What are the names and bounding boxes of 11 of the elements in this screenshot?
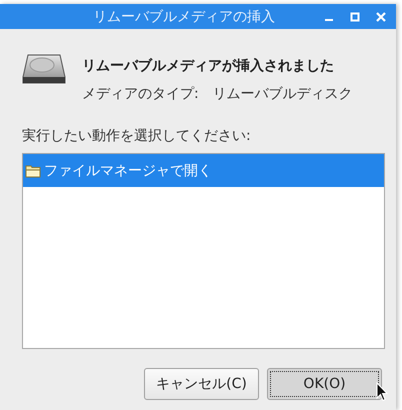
heading: リムーバブルメディアが挿入されました [82,57,335,75]
window-title: リムーバブルメディアの挿入 [92,8,276,26]
prompt-label: 実行したい動作を選択してください: [22,127,252,145]
folder-icon [25,164,41,178]
mouse-cursor-icon [376,382,388,402]
ok-button[interactable]: OK(O) [267,368,382,400]
cancel-button[interactable]: キャンセル(C) [144,368,259,400]
media-type-value: リムーバブルディスク [212,85,353,103]
action-label: ファイルマネージャで開く [44,162,212,180]
media-type-label: メディアのタイプ: [82,85,199,103]
action-item[interactable]: ファイルマネージャで開く [23,154,384,187]
